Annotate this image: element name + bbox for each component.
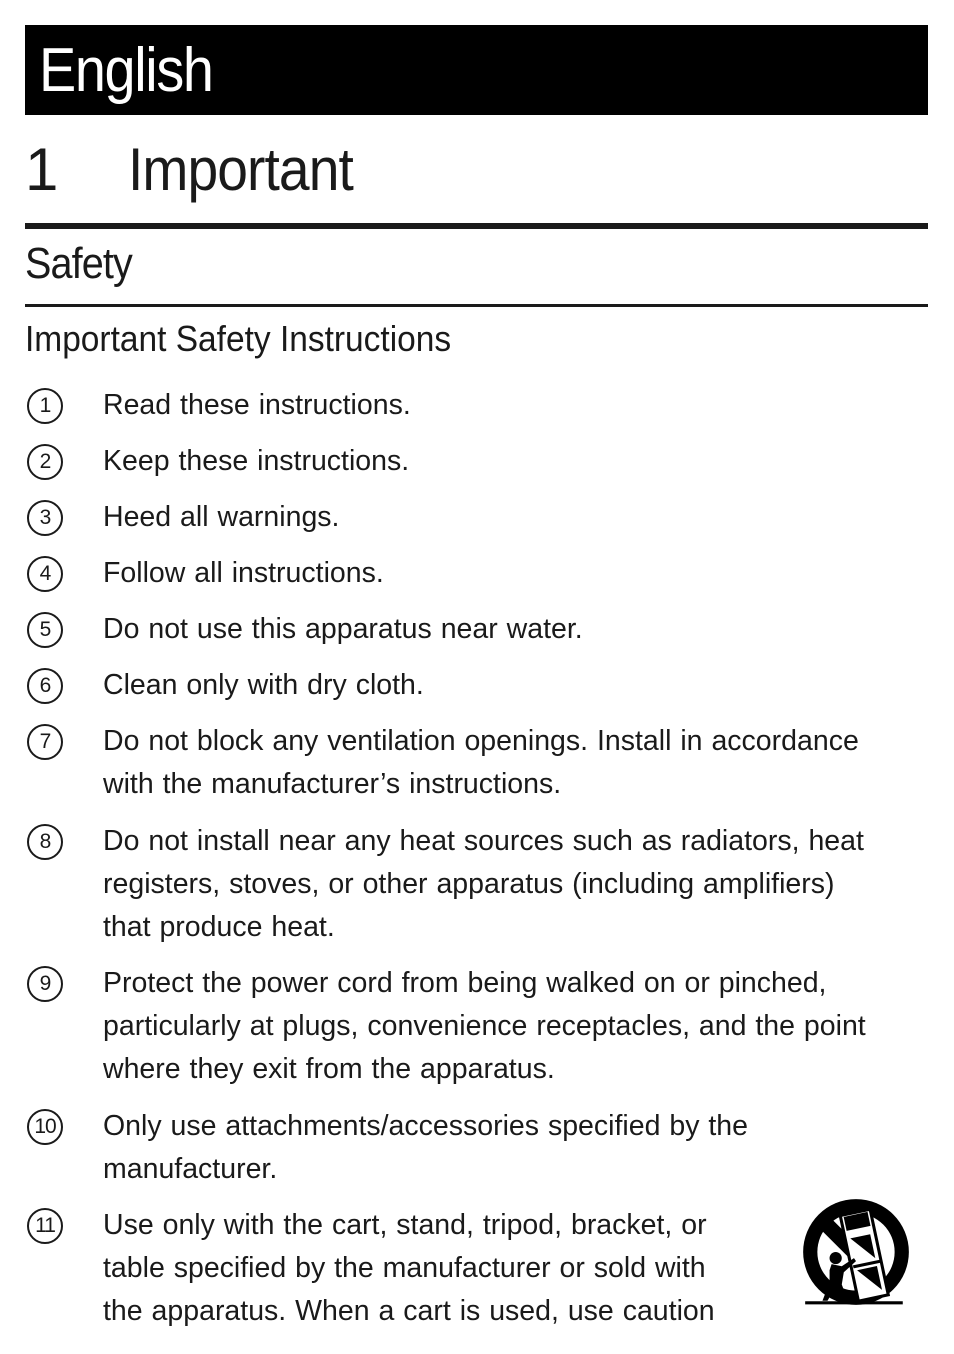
instruction-text: Follow all instructions. <box>103 557 384 589</box>
instruction-text: Protect the power cord from being walked… <box>103 967 866 1085</box>
cart-tip-over-warning-icon <box>803 1199 909 1305</box>
item-number-badge: 8 <box>27 824 63 860</box>
instruction-text: Read these instructions. <box>103 389 411 421</box>
instruction-text: Keep these instructions. <box>103 445 410 477</box>
item-number-badge: 10 <box>27 1109 63 1145</box>
item-number-badge: 1 <box>27 388 63 424</box>
item-number-badge: 4 <box>27 556 63 592</box>
chapter-divider <box>25 223 928 229</box>
item-number-badge: 11 <box>27 1208 63 1244</box>
item-number-badge: 2 <box>27 444 63 480</box>
item-number-badge: 7 <box>27 724 63 760</box>
instruction-text: Do not block any ventilation openings. I… <box>103 725 859 800</box>
item-number-badge: 9 <box>27 966 63 1002</box>
language-label: English <box>39 36 214 105</box>
instruction-text: Only use attachments/accessories specifi… <box>103 1110 748 1185</box>
chapter-number: 1 <box>25 136 58 203</box>
instruction-text: Clean only with dry cloth. <box>103 669 424 701</box>
item-number-badge: 3 <box>27 500 63 536</box>
section-title: Safety <box>25 239 133 288</box>
item-number-badge: 5 <box>27 612 63 648</box>
instruction-text: Do not use this apparatus near water. <box>103 613 583 645</box>
chapter-title: Important <box>128 136 354 203</box>
instruction-text: Heed all warnings. <box>103 501 340 533</box>
instruction-text: Use only with the cart, stand, tripod, b… <box>103 1209 715 1327</box>
section-divider <box>25 304 928 307</box>
language-banner: English <box>25 25 928 115</box>
instruction-text: Do not install near any heat sources suc… <box>103 825 864 943</box>
item-number-badge: 6 <box>27 668 63 704</box>
subsection-title: Important Safety Instructions <box>25 318 452 359</box>
